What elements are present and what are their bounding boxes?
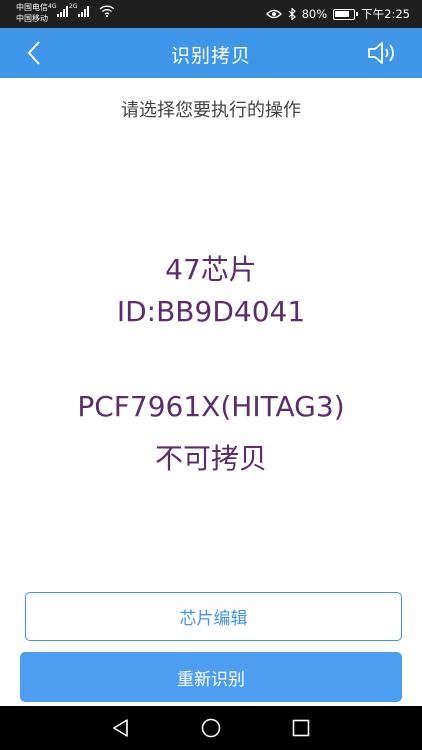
battery-level [335,10,350,17]
carrier-info: 中国电信 中国移动 [16,2,48,24]
signal-1-icon: 4G [48,3,68,17]
eye-comfort-icon [265,9,282,19]
chip-edit-button[interactable]: 芯片编辑 [25,592,402,641]
wifi-icon [99,5,115,17]
re-identify-button[interactable]: 重新识别 [20,652,402,702]
battery-percent: 80% [301,7,328,21]
signal-2-icon: 2G [69,3,89,17]
status-right: 80% 下午2:25 [265,6,410,22]
chip-name: 47芯片 [165,253,257,286]
clock: 下午2:25 [361,7,410,21]
chip-id: ID:BB9D4041 [116,295,306,328]
navigation-bar [0,706,422,750]
status-bar: 中国电信 中国移动 4G 2G 80% 下午2:25 [0,0,422,28]
nav-back-icon[interactable] [110,717,132,739]
chip-copy-status: 不可拷贝 [154,442,267,475]
network-1-label: 4G [48,3,57,10]
app-bar: 识别拷贝 [0,28,422,78]
nav-home-icon[interactable] [200,717,222,739]
speaker-icon[interactable] [366,39,400,67]
nav-recent-icon[interactable] [290,717,312,739]
operation-prompt: 请选择您要执行的操作 [121,100,301,121]
carrier-2-label: 中国移动 [16,14,48,23]
signal-group: 4G 2G [48,3,115,17]
carrier-1-label: 中国电信 [16,3,48,12]
battery-icon [333,8,359,20]
bluetooth-icon [288,8,296,20]
network-2-label: 2G [69,3,78,10]
page-title: 识别拷贝 [170,45,251,67]
chip-type: PCF7961X(HITAG3) [77,390,345,423]
